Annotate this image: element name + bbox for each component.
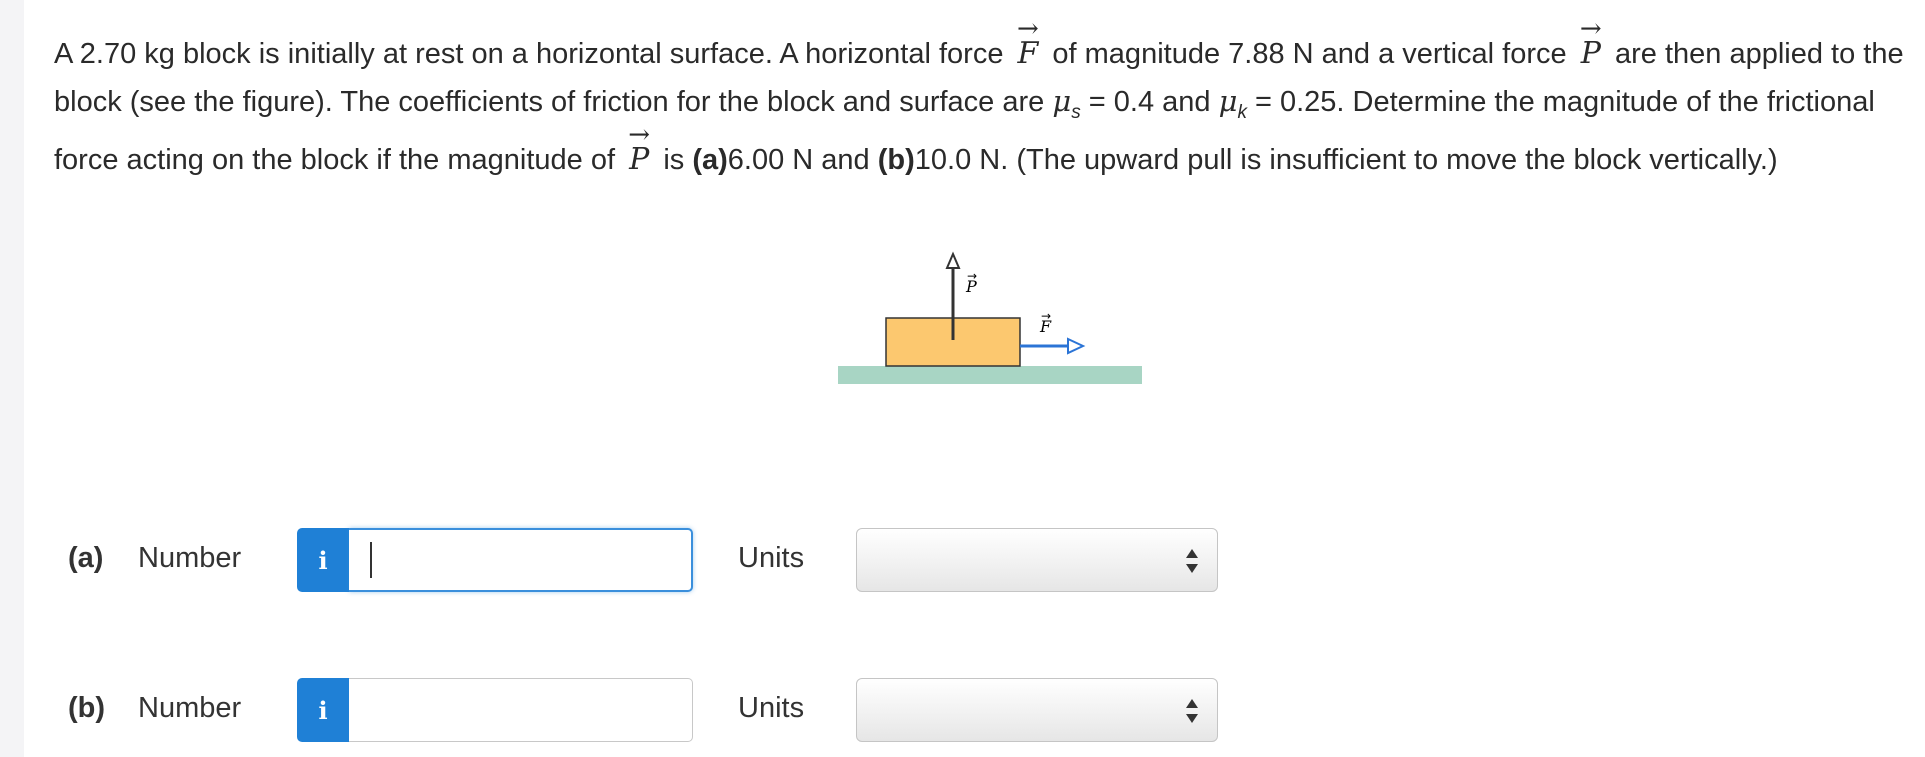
units-label-a: Units [738,542,805,574]
part-label-b: (b) [68,692,106,724]
part-label-a: (a) [68,542,104,574]
question-part-6: is [663,143,685,176]
number-label-b: Number [138,692,242,724]
info-icon: i [318,545,328,575]
vector-P-symbol: P [1575,30,1607,77]
force-F-arrowhead [1067,337,1086,355]
part-a-marker: (a) [692,143,728,176]
question-part-4: = 0.4 and [1088,86,1211,118]
vector-P-symbol-2: P [623,136,655,183]
units-select-a[interactable] [856,528,1218,592]
part-b-marker: (b) [877,143,915,176]
info-button-b[interactable]: i [297,678,349,742]
question-part-1: A 2.70 kg block is initially at rest on … [54,38,1004,70]
ground-surface [838,366,1142,384]
units-label-b: Units [738,692,805,724]
vector-F-symbol: F [1012,30,1045,77]
subscript-s: s [1071,101,1081,123]
question-part-2: of magnitude 7.88 N and a vertical force [1052,38,1567,70]
left-margin-strip [0,0,24,757]
info-icon: i [318,695,328,725]
question-part-7: 6.00 N and [727,143,870,176]
subscript-k: k [1237,101,1247,123]
force-diagram-svg: P → F → [838,251,1142,384]
text-cursor [370,542,372,578]
force-diagram: P → F → [830,250,1150,390]
number-input-b[interactable] [349,678,693,742]
question-part-8: 10.0 N. (The upward pull is insufficient… [914,143,1778,176]
mu-symbol-static: μ [1052,84,1072,118]
info-button-a[interactable]: i [297,528,349,592]
mu-symbol-kinetic: μ [1218,84,1238,118]
label-F-vector-arrow: → [1041,309,1051,323]
label-P-vector-arrow: → [967,269,977,283]
number-label-a: Number [138,542,242,574]
force-P-arrowhead [945,251,961,269]
number-input-a[interactable] [349,528,693,592]
question-text: A 2.70 kg block is initially at rest on … [54,30,1904,184]
select-arrows-icon [1186,699,1198,723]
units-select-b[interactable] [856,678,1218,742]
select-arrows-icon [1186,549,1198,573]
